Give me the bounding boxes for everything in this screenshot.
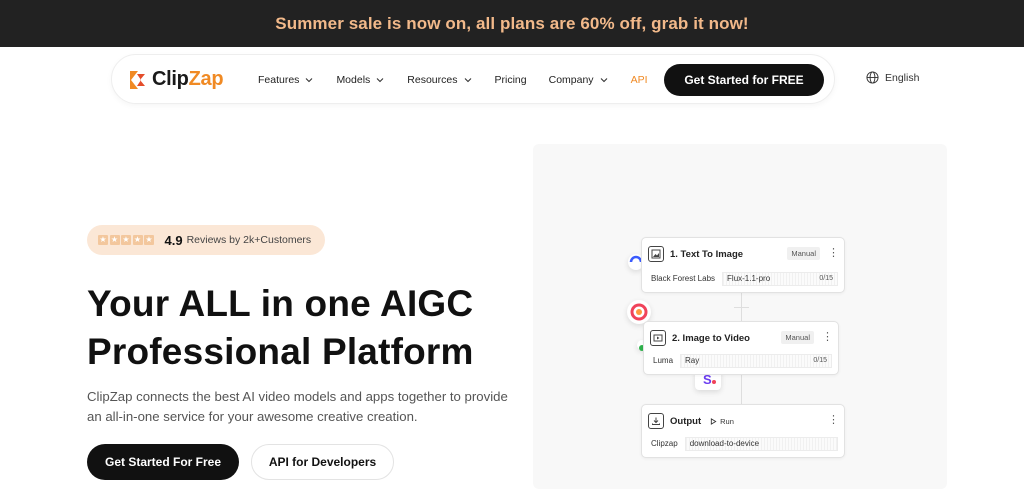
nav-links: Features Models Resources Pricing Compan…: [258, 55, 670, 105]
provider-label: Clipzap: [651, 439, 678, 448]
connector-line: [741, 375, 742, 405]
rating-badge: ★ ★ ★ ★ ★ 4.9 Reviews by 2k+Customers: [87, 225, 325, 255]
nav-item-api[interactable]: API: [631, 74, 648, 86]
star-rating: ★ ★ ★ ★ ★: [98, 235, 156, 245]
play-icon: [711, 417, 717, 425]
mode-badge: Manual: [787, 247, 820, 260]
star-icon: ★: [132, 235, 143, 245]
star-icon: ★: [121, 235, 131, 245]
rating-score: 4.9: [164, 232, 183, 248]
connector-line: [734, 307, 749, 308]
star-icon: ★: [109, 235, 120, 245]
video-icon: [650, 330, 666, 346]
chevron-down-icon: [306, 78, 313, 83]
star-icon: ★: [98, 235, 108, 245]
nav-item-models[interactable]: Models: [336, 74, 385, 86]
logo[interactable]: ClipZap: [128, 68, 224, 91]
chevron-down-icon: [376, 78, 384, 83]
mode-badge: Manual: [781, 331, 814, 344]
model-field[interactable]: Flux-1.1-pro 0/15: [722, 271, 838, 286]
model-field[interactable]: download-to-device: [684, 436, 838, 451]
card-title: Output: [670, 415, 702, 427]
image-icon: [648, 246, 664, 262]
chevron-down-icon: [464, 78, 471, 83]
workflow-card-text-to-image[interactable]: 1. Text To Image Manual ⋮ Black Forest L…: [641, 237, 845, 293]
promo-banner[interactable]: Summer sale is now on, all plans are 60%…: [0, 0, 1024, 47]
logo-text: ClipZap: [152, 68, 224, 90]
usage-count: 0/15: [819, 275, 833, 282]
language-selector[interactable]: English: [866, 71, 919, 84]
workflow-card-output[interactable]: Output Run ⋮ Clipzap download-to-device: [641, 404, 845, 458]
more-options-icon[interactable]: ⋮: [828, 246, 839, 260]
card-title: 2. Image to Video: [672, 332, 750, 344]
workflow-preview: S 1. Text To Image Manual ⋮ Black Forest…: [533, 144, 947, 489]
hero-subtitle: ClipZap connects the best AI video model…: [87, 389, 508, 424]
download-icon: [648, 413, 664, 429]
run-button[interactable]: Run: [710, 417, 734, 426]
get-started-button[interactable]: Get Started For Free: [87, 444, 239, 480]
provider-label: Luma: [653, 356, 674, 365]
card-title: 1. Text To Image: [670, 248, 744, 260]
top-navbar: ClipZap Features Models Resources Pricin…: [111, 54, 835, 104]
nav-item-features[interactable]: Features: [258, 74, 314, 86]
chevron-down-icon: [600, 78, 607, 83]
nav-item-pricing[interactable]: Pricing: [495, 74, 527, 86]
language-label: English: [885, 71, 920, 84]
model-field[interactable]: Ray 0/15: [680, 353, 832, 368]
get-started-free-button[interactable]: Get Started for FREE: [664, 64, 824, 96]
more-options-icon[interactable]: ⋮: [828, 413, 839, 427]
api-for-developers-button[interactable]: API for Developers: [251, 444, 394, 480]
promo-text: Summer sale is now on, all plans are 60%…: [275, 13, 749, 33]
clipzap-logo-icon: [128, 70, 146, 90]
more-options-icon[interactable]: ⋮: [822, 330, 833, 344]
provider-label: Black Forest Labs: [651, 274, 716, 283]
usage-count: 0/15: [813, 357, 827, 364]
rating-text: Reviews by 2k+Customers: [186, 234, 312, 246]
nav-item-resources[interactable]: Resources: [407, 74, 472, 86]
workflow-card-image-to-video[interactable]: 2. Image to Video Manual ⋮ Luma Ray 0/15: [643, 321, 839, 375]
hero-title: Your ALL in one AIGC Professional Platfo…: [87, 283, 474, 372]
nav-item-company[interactable]: Company: [549, 74, 609, 86]
star-icon: ★: [144, 235, 154, 245]
globe-icon: [866, 71, 879, 84]
